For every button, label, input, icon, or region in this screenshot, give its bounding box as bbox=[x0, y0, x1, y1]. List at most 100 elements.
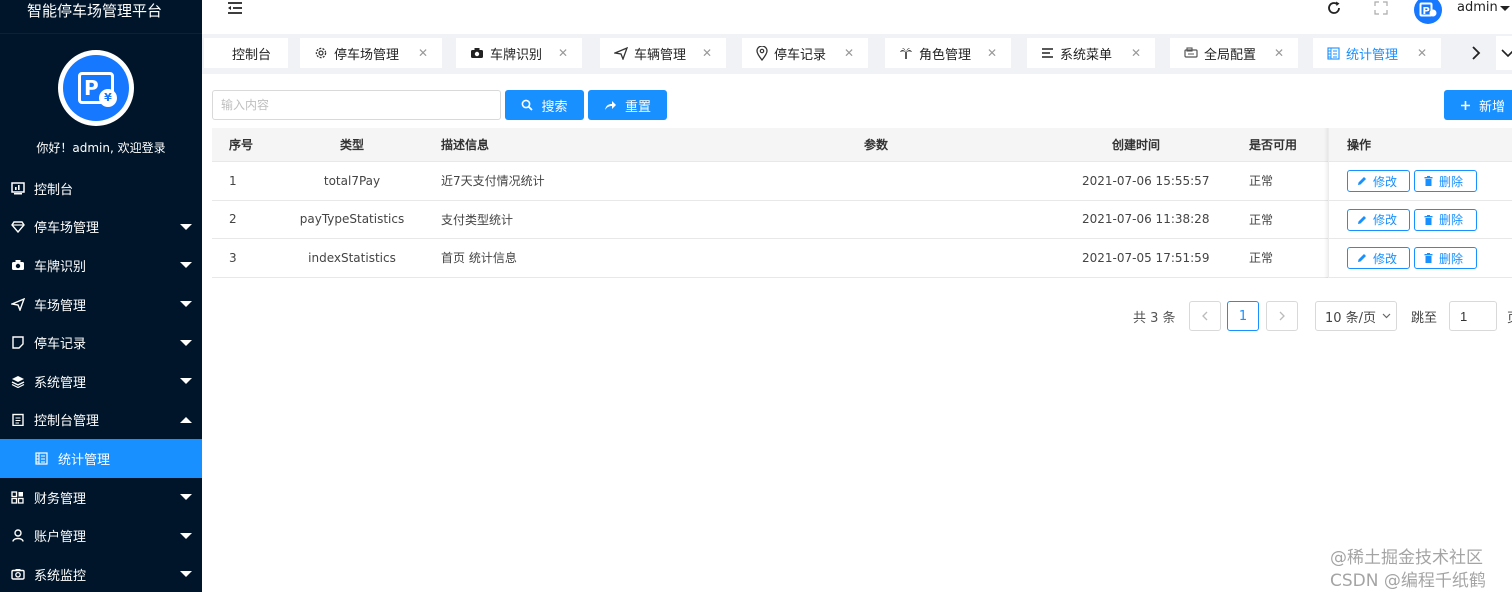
sidebar-item-label: 停车记录 bbox=[34, 337, 87, 353]
sidebar-item-system[interactable]: 系统管理 bbox=[0, 362, 202, 401]
cell-enabled: 正常 bbox=[1249, 174, 1274, 189]
sidebar-item-account[interactable]: 账户管理 bbox=[0, 516, 202, 555]
page-size-select[interactable]: 10 条/页 bbox=[1315, 301, 1397, 331]
close-icon[interactable]: ✕ bbox=[1417, 46, 1427, 60]
sidebar-item-monitor[interactable]: 系统监控 bbox=[0, 555, 202, 592]
sidebar-item-parking-records[interactable]: 停车记录 bbox=[0, 323, 202, 362]
delete-button[interactable]: 删除 bbox=[1414, 170, 1477, 192]
dashboard-icon bbox=[10, 181, 25, 196]
tab-plate-recognition[interactable]: 车牌识别 ✕ bbox=[456, 38, 582, 68]
cell-created: 2021-07-06 15:55:57 bbox=[1082, 173, 1210, 188]
tab-system-menu[interactable]: 系统菜单 ✕ bbox=[1027, 38, 1155, 68]
plus-icon bbox=[1460, 100, 1471, 111]
sidebar-item-dashboard[interactable]: 控制台 bbox=[0, 169, 202, 208]
user-avatar[interactable]: P bbox=[1414, 0, 1442, 24]
pencil-icon bbox=[1357, 176, 1367, 186]
close-icon[interactable]: ✕ bbox=[1131, 46, 1141, 60]
delete-button-label: 删除 bbox=[1439, 174, 1464, 189]
column-header-index: 序号 bbox=[229, 138, 254, 152]
edit-button-label: 修改 bbox=[1373, 174, 1398, 189]
sidebar-item-statistics[interactable]: 统计管理 bbox=[0, 439, 202, 478]
cell-desc: 近7天支付情况统计 bbox=[441, 174, 545, 189]
tab-statistics[interactable]: 统计管理 ✕ bbox=[1313, 38, 1441, 68]
stats-icon bbox=[1327, 46, 1340, 60]
tab-global-config[interactable]: 全局配置 ✕ bbox=[1170, 38, 1298, 68]
camera-icon bbox=[10, 258, 25, 273]
note-icon bbox=[10, 335, 25, 350]
goto-page-input[interactable] bbox=[1449, 301, 1497, 331]
chevron-down-icon bbox=[180, 223, 192, 230]
search-input[interactable] bbox=[212, 90, 501, 120]
column-header-desc: 描述信息 bbox=[441, 138, 490, 152]
menu-fold-icon[interactable] bbox=[226, 1, 244, 17]
tab-parking-records[interactable]: 停车记录 ✕ bbox=[742, 38, 868, 68]
tabs-bar: 控制台 停车场管理 ✕ 车牌识别 ✕ 车辆管理 ✕ 停车记录 ✕ 角色管理 ✕ bbox=[202, 34, 1512, 74]
prev-page-button[interactable] bbox=[1189, 301, 1221, 331]
cell-created: 2021-07-05 17:51:59 bbox=[1082, 250, 1210, 265]
username[interactable]: admin bbox=[1457, 0, 1498, 15]
next-page-button[interactable] bbox=[1266, 301, 1298, 331]
watermark-line-2: CSDN @编程千纸鹤 bbox=[1330, 571, 1486, 591]
grid-icon bbox=[10, 490, 25, 505]
column-header-created: 创建时间 bbox=[1112, 138, 1161, 152]
send-icon bbox=[10, 297, 25, 312]
page-size-value: 10 条/页 bbox=[1325, 310, 1377, 326]
close-icon[interactable]: ✕ bbox=[558, 46, 568, 60]
sidebar-item-finance[interactable]: 财务管理 bbox=[0, 478, 202, 517]
tab-dashboard[interactable]: 控制台 bbox=[204, 38, 288, 68]
edit-button[interactable]: 修改 bbox=[1347, 208, 1410, 231]
tab-label: 角色管理 bbox=[919, 47, 972, 63]
tab-roles[interactable]: 角色管理 ✕ bbox=[885, 38, 1011, 68]
sidebar-item-label: 账户管理 bbox=[34, 530, 87, 546]
sidebar-item-label: 系统监控 bbox=[34, 568, 87, 584]
tab-label: 车牌识别 bbox=[490, 47, 543, 63]
chevron-down-icon bbox=[180, 339, 192, 346]
reset-button[interactable]: 重置 bbox=[588, 90, 667, 120]
chevron-down-icon[interactable] bbox=[1500, 6, 1510, 11]
chevron-down-icon bbox=[1382, 313, 1391, 319]
tab-vehicle[interactable]: 车辆管理 ✕ bbox=[600, 38, 726, 68]
search-button-label: 搜索 bbox=[541, 99, 568, 115]
chevron-right-icon[interactable] bbox=[1468, 42, 1484, 64]
fixed-column-divider bbox=[1328, 128, 1329, 278]
cell-created: 2021-07-06 11:38:28 bbox=[1082, 212, 1210, 227]
delete-button[interactable]: 删除 bbox=[1414, 247, 1477, 269]
search-button[interactable]: 搜索 bbox=[505, 90, 584, 120]
diamond-icon bbox=[10, 219, 25, 234]
chevron-down-icon bbox=[180, 532, 192, 539]
search-icon bbox=[521, 99, 534, 111]
delete-button[interactable]: 删除 bbox=[1414, 208, 1477, 231]
page-number-button[interactable]: 1 bbox=[1227, 301, 1259, 331]
edit-button[interactable]: 修改 bbox=[1347, 170, 1410, 192]
gear-icon bbox=[314, 46, 328, 60]
sidebar-item-plate-recognition[interactable]: 车牌识别 bbox=[0, 246, 202, 285]
close-icon[interactable]: ✕ bbox=[844, 46, 854, 60]
data-table: 序号 类型 描述信息 参数 创建时间 是否可用 操作 1 total7Pay 近… bbox=[212, 128, 1512, 278]
tab-parking-lot[interactable]: 停车场管理 ✕ bbox=[300, 38, 442, 68]
edit-button[interactable]: 修改 bbox=[1347, 247, 1410, 269]
fullscreen-icon[interactable] bbox=[1374, 1, 1388, 19]
sidebar-item-label: 控制台管理 bbox=[34, 414, 100, 430]
sidebar-item-parking-lot[interactable]: 停车场管理 bbox=[0, 208, 202, 247]
goto-label: 跳至 bbox=[1411, 311, 1438, 326]
sidebar-item-label: 财务管理 bbox=[34, 491, 87, 507]
parking-logo-icon: P ¥ bbox=[63, 55, 129, 121]
palm-icon bbox=[899, 47, 913, 60]
tab-label: 停车记录 bbox=[774, 47, 827, 63]
pagination-total: 共 3 条 bbox=[1133, 311, 1176, 326]
close-icon[interactable]: ✕ bbox=[702, 46, 712, 60]
monitor-icon bbox=[10, 567, 25, 582]
watermark-line-1: @稀土掘金技术社区 bbox=[1330, 548, 1483, 568]
tab-label: 控制台 bbox=[232, 47, 272, 63]
tabs-dropdown[interactable] bbox=[1496, 36, 1512, 70]
sidebar-item-console-management[interactable]: 控制台管理 bbox=[0, 401, 202, 440]
refresh-icon[interactable] bbox=[1326, 0, 1342, 20]
sidebar-item-yard[interactable]: 车场管理 bbox=[0, 285, 202, 324]
close-icon[interactable]: ✕ bbox=[418, 46, 428, 60]
close-icon[interactable]: ✕ bbox=[987, 46, 997, 60]
sidebar-item-label: 统计管理 bbox=[58, 452, 111, 468]
add-button[interactable]: 新增 bbox=[1444, 90, 1512, 120]
add-button-label: 新增 bbox=[1479, 99, 1506, 115]
sidebar-item-label: 控制台 bbox=[34, 182, 74, 198]
close-icon[interactable]: ✕ bbox=[1274, 46, 1284, 60]
